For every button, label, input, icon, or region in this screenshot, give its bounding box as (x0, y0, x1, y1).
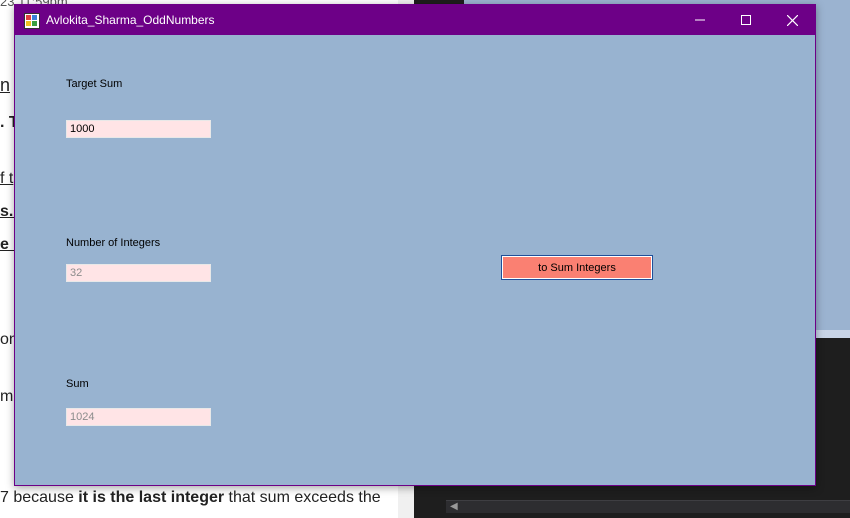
minimize-button[interactable] (677, 5, 723, 35)
close-icon (786, 14, 798, 26)
editor-horizontal-scrollbar[interactable]: ◀ (446, 500, 850, 513)
doc-bottom-prefix: 7 because (0, 489, 79, 506)
title-bar[interactable]: Avlokita_Sharma_OddNumbers (15, 5, 815, 35)
doc-fragment: f t (0, 170, 14, 187)
target-sum-input[interactable] (66, 120, 211, 138)
number-of-integers-label: Number of Integers (66, 237, 161, 249)
maximize-icon (741, 15, 751, 25)
app-icon (24, 13, 40, 29)
close-button[interactable] (769, 5, 815, 35)
doc-bottom-line: 7 because it is the last integer that su… (0, 489, 381, 507)
sum-field (66, 408, 211, 426)
doc-bottom-suffix: that sum exceeds the (224, 489, 381, 506)
window-title: Avlokita_Sharma_OddNumbers (46, 13, 215, 27)
doc-fragment: n (0, 75, 11, 95)
scroll-left-arrow-icon[interactable]: ◀ (450, 501, 458, 513)
target-sum-label: Target Sum (66, 78, 123, 90)
minimize-icon (695, 19, 705, 21)
number-of-integers-field (66, 264, 211, 282)
sum-label: Sum (66, 378, 89, 390)
doc-bottom-bold: it is the last integer (78, 489, 225, 506)
doc-fragment: m (0, 388, 14, 405)
maximize-button[interactable] (723, 5, 769, 35)
form-window: Avlokita_Sharma_OddNumbers Target Sum Nu… (14, 4, 816, 486)
sum-integers-button[interactable]: to Sum Integers (501, 255, 653, 280)
